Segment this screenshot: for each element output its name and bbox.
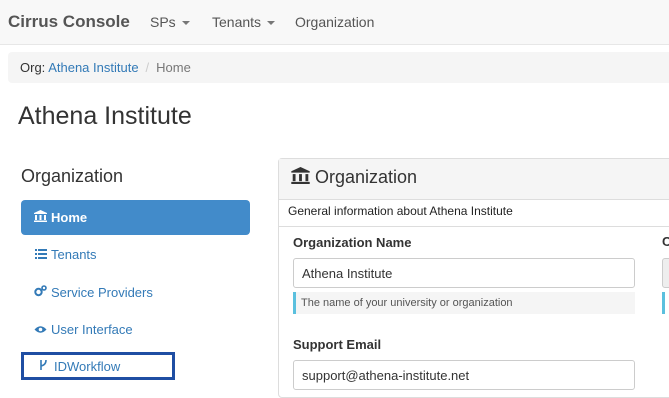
support-email-input[interactable]: [293, 360, 635, 390]
sidebar-item-service-providers[interactable]: Service Providers: [21, 275, 250, 310]
caret-down-icon: [267, 21, 276, 26]
sidebar-item-label: Tenants: [51, 247, 97, 262]
nav-tenants-label: Tenants: [212, 14, 262, 30]
sidebar-item-user-interface[interactable]: User Interface: [21, 312, 250, 347]
sidebar-item-label: User Interface: [51, 322, 133, 337]
org-name-help: The name of your university or organizat…: [293, 292, 635, 314]
nav-organization-link[interactable]: Organization: [295, 14, 374, 30]
sidebar-item-label: Service Providers: [51, 285, 153, 300]
nav-sps-dropdown[interactable]: SPs: [150, 14, 190, 30]
panel-heading: Organization: [279, 159, 669, 200]
caret-down-icon: [181, 21, 190, 26]
gears-icon: [34, 285, 47, 300]
support-email-label: Support Email: [293, 337, 382, 352]
sidebar-item-label: Home: [51, 210, 88, 225]
panel-description: General information about Athena Institu…: [288, 204, 513, 218]
sidebar-heading: Organization: [21, 166, 124, 186]
brand-title[interactable]: Cirrus Console: [8, 12, 130, 32]
sidebar-item-label: IDWorkflow: [54, 359, 121, 374]
fork-icon: [37, 359, 50, 374]
eye-icon: [34, 323, 47, 337]
institution-icon: [291, 167, 310, 189]
breadcrumb-org-link[interactable]: Athena Institute: [48, 60, 138, 75]
org-name-input[interactable]: [293, 258, 635, 288]
breadcrumb-prefix: Org:: [20, 60, 46, 75]
institution-icon: [34, 210, 47, 225]
right-column-label-cutoff: C: [662, 234, 669, 249]
right-column-help-cutoff: [662, 292, 665, 314]
org-name-label: Organization Name: [293, 235, 412, 250]
org-name-help-text: The name of your university or organizat…: [301, 297, 513, 309]
breadcrumb-current: Home: [156, 60, 191, 75]
sidebar-item-idworkflow[interactable]: IDWorkflow: [21, 352, 175, 380]
panel-title-wrap: Organization: [291, 167, 417, 189]
organization-panel: Organization General information about A…: [278, 158, 669, 398]
list-icon: [34, 248, 47, 262]
right-column-input-cutoff[interactable]: [662, 258, 669, 288]
nav-tenants-dropdown[interactable]: Tenants: [212, 14, 276, 30]
page-title: Athena Institute: [18, 102, 192, 130]
breadcrumb: Org: Athena Institute / Home: [8, 52, 669, 83]
breadcrumb-separator: /: [145, 60, 150, 75]
sidebar-item-tenants[interactable]: Tenants: [21, 237, 250, 272]
panel-title: Organization: [315, 167, 418, 187]
sidebar-item-home[interactable]: Home: [21, 200, 250, 235]
panel-description-row: General information about Athena Institu…: [279, 199, 669, 227]
nav-sps-label: SPs: [150, 14, 176, 30]
top-navbar: Cirrus Console SPs Tenants Organization: [0, 0, 669, 45]
